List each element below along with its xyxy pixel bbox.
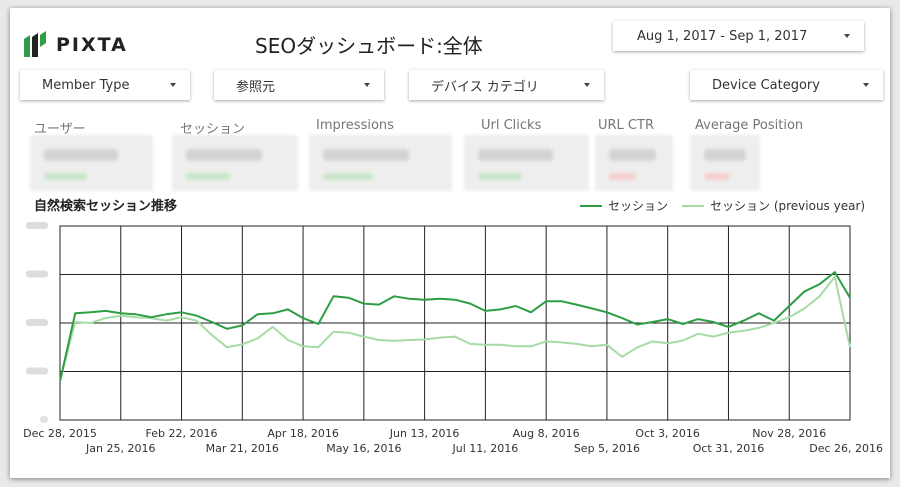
y-tick-label-redacted xyxy=(26,319,48,326)
chart-series xyxy=(59,271,851,382)
x-axis-labels: Dec 28, 2015 Feb 22, 2016 Apr 18, 2016 Jun … xyxy=(23,427,883,455)
x-tick-label: Jan 25, 2016 xyxy=(85,442,155,455)
y-tick-label-redacted xyxy=(26,367,48,375)
sessions-line-chart: Dec 28, 2015 Feb 22, 2016 Apr 18, 2016 Jun … xyxy=(23,222,883,455)
y-axis-labels-redacted xyxy=(26,222,48,423)
x-tick-label: Jul 11, 2016 xyxy=(452,442,519,455)
x-tick-label: Nov 28, 2016 xyxy=(752,427,826,440)
series-line-current xyxy=(59,271,851,382)
x-tick-label: Oct 31, 2016 xyxy=(693,442,765,455)
x-tick-label: Oct 3, 2016 xyxy=(635,427,700,440)
x-tick-label: Dec 28, 2015 xyxy=(23,427,97,440)
y-tick-label-redacted xyxy=(26,222,48,229)
x-tick-label: Jun 13, 2016 xyxy=(389,427,460,440)
x-tick-label: Aug 8, 2016 xyxy=(513,427,580,440)
x-tick-label: Feb 22, 2016 xyxy=(146,427,218,440)
chart-grid xyxy=(59,225,851,421)
series-line-previous-year xyxy=(59,275,851,382)
x-tick-label: Mar 21, 2016 xyxy=(206,442,279,455)
x-tick-label: Sep 5, 2016 xyxy=(574,442,640,455)
x-tick-label: Dec 26, 2016 xyxy=(809,442,883,455)
x-tick-label: Apr 18, 2016 xyxy=(267,427,339,440)
y-tick-label-redacted xyxy=(40,416,48,423)
x-tick-label: May 16, 2016 xyxy=(326,442,401,455)
y-tick-label-redacted xyxy=(26,270,48,278)
